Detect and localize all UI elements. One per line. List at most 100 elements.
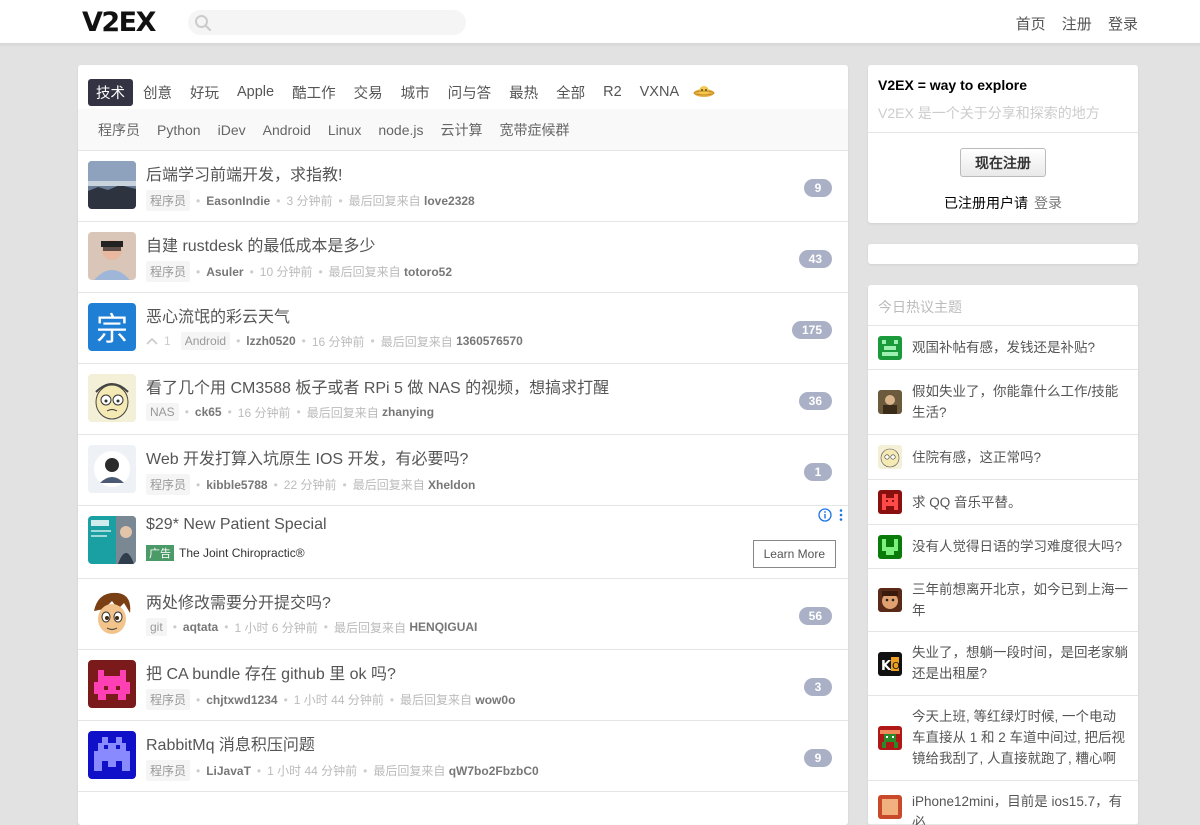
reply-count[interactable]: 56 [798, 607, 832, 625]
tab-jobs[interactable]: 酷工作 [284, 79, 344, 106]
topic-title[interactable]: 自建 rustdesk 的最低成本是多少 [146, 232, 375, 256]
hot-topic-title[interactable]: 没有人觉得日语的学习难度很大吗? [912, 536, 1128, 557]
reply-count[interactable]: 3 [804, 678, 832, 696]
node-programmer[interactable]: 程序员 [98, 120, 140, 140]
tab-city[interactable]: 城市 [393, 79, 438, 106]
reply-count[interactable]: 1 [804, 463, 832, 481]
avatar[interactable] [878, 445, 902, 469]
last-reply-user[interactable]: zhanying [382, 405, 434, 419]
reply-count[interactable]: 43 [798, 250, 832, 268]
last-reply-user[interactable]: totoro52 [404, 265, 452, 279]
avatar[interactable] [88, 731, 136, 779]
topic-title[interactable]: Web 开发打算入坑原生 IOS 开发，有必要吗? [146, 445, 468, 469]
node-nodejs[interactable]: node.js [378, 122, 423, 138]
avatar[interactable] [88, 660, 136, 708]
last-reply-user[interactable]: qW7bo2FbzbC0 [449, 764, 539, 778]
topic-title[interactable]: 两处修改需要分开提交吗? [146, 589, 331, 613]
author-link[interactable]: ck65 [195, 405, 222, 419]
author-link[interactable]: EasonIndie [206, 194, 270, 208]
avatar[interactable] [878, 795, 902, 819]
tab-deals[interactable]: 交易 [346, 79, 391, 106]
topic-title[interactable]: 把 CA bundle 存在 github 里 ok 吗? [146, 660, 396, 684]
tab-r2[interactable]: R2 [595, 81, 630, 103]
node-idev[interactable]: iDev [218, 122, 246, 138]
node-tag[interactable]: NAS [146, 403, 179, 421]
nav-login[interactable]: 登录 [1108, 16, 1138, 33]
avatar[interactable] [878, 588, 902, 612]
avatar[interactable]: 宗 [88, 303, 136, 351]
more-vertical-icon[interactable] [838, 508, 844, 522]
avatar[interactable] [88, 232, 136, 280]
ad-learn-more-button[interactable]: Learn More [752, 540, 836, 568]
tab-hot[interactable]: 最热 [501, 79, 546, 106]
nav-register[interactable]: 注册 [1062, 16, 1092, 33]
hot-topic-title[interactable]: 观国补帖有感，发钱还是补贴? [912, 337, 1128, 358]
avatar[interactable] [88, 445, 136, 493]
avatar[interactable] [878, 726, 902, 750]
hot-topic-title[interactable]: 假如失业了，你能靠什么工作/技能生活? [912, 381, 1128, 423]
vote-count[interactable]: 1 [146, 334, 171, 348]
avatar[interactable] [878, 336, 902, 360]
ad-image[interactable] [88, 516, 136, 564]
tab-apple[interactable]: Apple [229, 81, 282, 103]
last-reply-user[interactable]: wow0o [475, 693, 515, 707]
v2ex-logo[interactable]: V2EX [82, 7, 156, 38]
topic-title[interactable]: 恶心流氓的彩云天气 [146, 303, 290, 327]
reply-count[interactable]: 36 [798, 392, 832, 410]
node-tag[interactable]: Android [180, 332, 231, 350]
ad-title[interactable]: $29* New Patient Special [146, 516, 327, 534]
planet-emoji-icon[interactable] [693, 84, 715, 100]
topic-title[interactable]: 看了几个用 CM3588 板子或者 RPi 5 做 NAS 的视频，想搞求打醒 [146, 374, 609, 398]
topic-title[interactable]: 后端学习前端开发，求指教! [146, 161, 342, 185]
node-tag[interactable]: 程序员 [146, 689, 191, 710]
author-link[interactable]: chjtxwd1234 [206, 693, 277, 707]
author-link[interactable]: kibble5788 [206, 478, 267, 492]
avatar[interactable] [88, 589, 136, 637]
nav-home[interactable]: 首页 [1016, 16, 1046, 33]
tab-creative[interactable]: 创意 [135, 79, 180, 106]
avatar[interactable] [88, 374, 136, 422]
node-python[interactable]: Python [157, 122, 201, 138]
last-reply-user[interactable]: 1360576570 [456, 334, 523, 348]
login-link[interactable]: 登录 [1034, 195, 1062, 211]
last-reply-user[interactable]: love2328 [424, 194, 475, 208]
reply-count[interactable]: 9 [804, 179, 832, 197]
hot-topic-title[interactable]: iPhone12mini，目前是 ios15.7，有必 [912, 791, 1128, 825]
tab-play[interactable]: 好玩 [182, 79, 227, 106]
avatar[interactable] [878, 535, 902, 559]
node-tag[interactable]: git [146, 618, 167, 636]
hot-topic-title[interactable]: 三年前想离开北京，如今已到上海一年 [912, 579, 1128, 621]
node-tag[interactable]: 程序员 [146, 474, 191, 495]
author-link[interactable]: lzzh0520 [246, 334, 295, 348]
author-link[interactable]: aqtata [183, 620, 218, 634]
reply-count[interactable]: 9 [804, 749, 832, 767]
author-link[interactable]: LiJavaT [206, 764, 251, 778]
author-link[interactable]: Asuler [206, 265, 243, 279]
ad-sponsor[interactable]: The Joint Chiropractic® [179, 546, 305, 560]
hot-topic-title[interactable]: 求 QQ 音乐平替。 [912, 492, 1128, 513]
node-linux[interactable]: Linux [328, 122, 361, 138]
search-input[interactable] [218, 12, 458, 33]
node-tag[interactable]: 程序员 [146, 261, 191, 282]
avatar[interactable] [878, 390, 902, 414]
reply-count[interactable]: 175 [791, 321, 832, 339]
node-tag[interactable]: 程序员 [146, 760, 191, 781]
avatar[interactable] [878, 490, 902, 514]
topic-title[interactable]: RabbitMq 消息积压问题 [146, 731, 315, 755]
hot-topic-title[interactable]: 今天上班, 等红绿灯时候, 一个电动车直接从 1 和 2 车道中间过, 把后视镜… [912, 706, 1128, 769]
node-android[interactable]: Android [263, 122, 311, 138]
tab-all[interactable]: 全部 [548, 79, 593, 106]
tab-qna[interactable]: 问与答 [440, 79, 500, 106]
node-cloud[interactable]: 云计算 [441, 120, 483, 140]
tab-vxna[interactable]: VXNA [632, 81, 688, 103]
avatar[interactable] [88, 161, 136, 209]
hot-topic-title[interactable]: 失业了，想躺一段时间，是回老家躺还是出租屋? [912, 642, 1128, 684]
last-reply-user[interactable]: HENQIGUAI [409, 620, 477, 634]
search-box[interactable] [188, 10, 466, 35]
node-tag[interactable]: 程序员 [146, 190, 191, 211]
register-button[interactable]: 现在注册 [960, 148, 1046, 177]
avatar[interactable]: KO [878, 652, 902, 676]
info-icon[interactable] [818, 508, 832, 522]
hot-topic-title[interactable]: 住院有感，这正常吗? [912, 447, 1128, 468]
tab-tech[interactable]: 技术 [88, 78, 133, 106]
